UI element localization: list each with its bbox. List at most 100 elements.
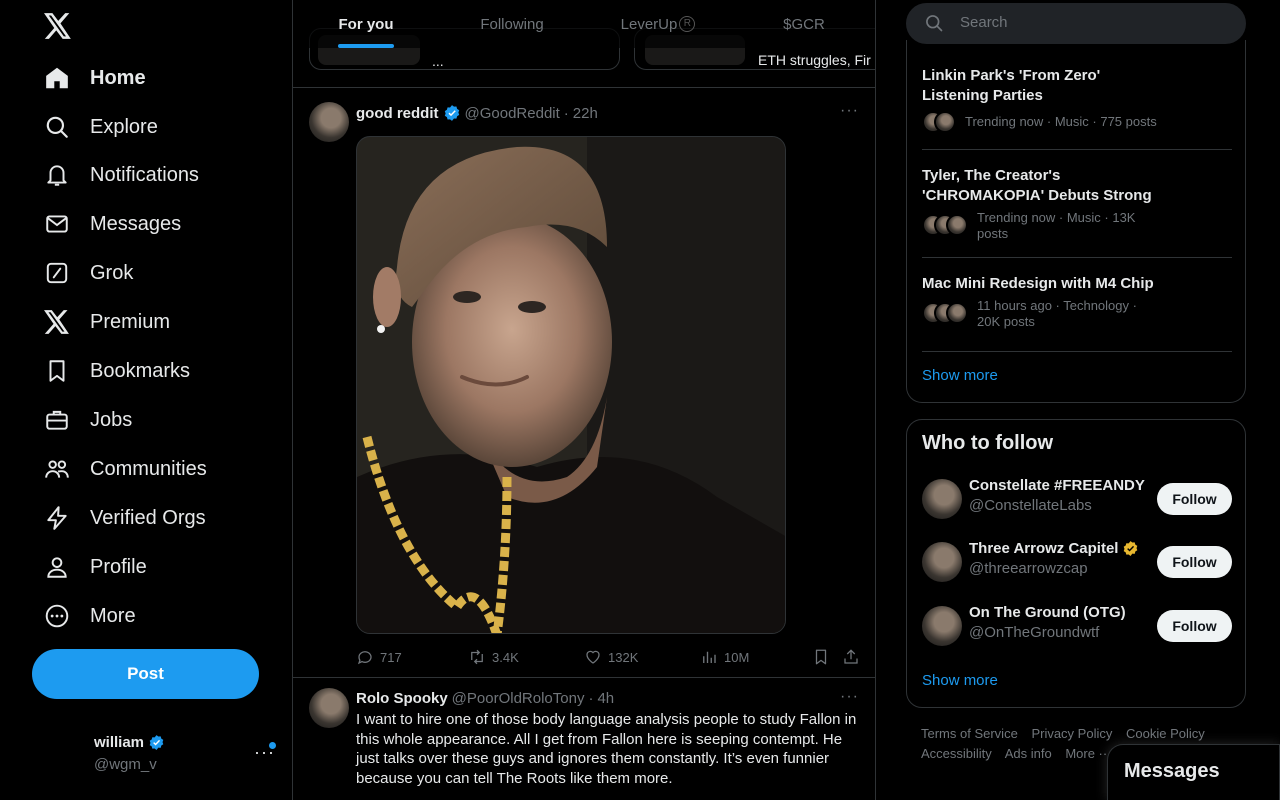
avatar[interactable] [922, 479, 962, 519]
reply-icon [357, 651, 372, 665]
tweet-author-handle[interactable]: @PoorOldRoloTony [452, 690, 585, 707]
tweet-image[interactable] [356, 136, 786, 634]
tab-for-you[interactable]: For you [293, 0, 439, 48]
repost-count: 3.4K [492, 649, 519, 665]
tweet[interactable]: good reddit @GoodReddit · 22h ··· 717 3.… [293, 88, 875, 678]
tweet-author-name[interactable]: Rolo Spooky [356, 690, 448, 707]
tweet-more-icon[interactable]: ··· [840, 102, 859, 120]
follow-button[interactable]: Follow [1157, 546, 1232, 578]
nav-more[interactable]: More [32, 594, 148, 638]
avatar[interactable] [922, 606, 962, 646]
trends-panel: Linkin Park's 'From Zero' Listening Part… [906, 40, 1246, 403]
follow-suggestion[interactable]: On The Ground (OTG) @OnTheGroundwtf Foll… [922, 604, 1232, 648]
messages-drawer[interactable]: Messages [1107, 744, 1280, 800]
messages-drawer-title: Messages [1124, 760, 1220, 782]
nav-grok[interactable]: Grok [32, 251, 145, 295]
footer-link-terms[interactable]: Terms of Service [921, 726, 1018, 741]
tweet-author-name[interactable]: good reddit [356, 105, 439, 122]
nav-messages[interactable]: Messages [32, 202, 193, 246]
tab-following[interactable]: Following [439, 0, 585, 48]
nav-communities[interactable]: Communities [32, 447, 219, 491]
footer-link-cookie[interactable]: Cookie Policy [1126, 726, 1205, 741]
follow-button[interactable]: Follow [1157, 610, 1232, 642]
tweet-more-icon[interactable]: ··· [840, 688, 859, 706]
bookmark-button[interactable] [812, 648, 830, 666]
bookmark-icon [49, 360, 65, 382]
nav-profile-label: Profile [90, 555, 147, 578]
nav-explore-label: Explore [90, 115, 158, 138]
trend-item[interactable]: Mac Mini Redesign with M4 Chip 11 hours … [922, 274, 1232, 354]
follow-button[interactable]: Follow [1157, 483, 1232, 515]
nav-jobs[interactable]: Jobs [32, 398, 144, 442]
follow-name-wrap: Three Arrowz Capitel [969, 540, 1139, 557]
nav-verified-orgs[interactable]: Verified Orgs [32, 496, 218, 540]
follow-suggestion[interactable]: Constellate #FREEANDY @ConstellateLabs F… [922, 477, 1232, 521]
x-logo-icon[interactable] [40, 8, 76, 44]
follow-name: Constellate #FREEANDY [969, 477, 1145, 494]
nav-communities-label: Communities [90, 457, 207, 480]
account-name: william [94, 734, 165, 751]
footer-link-accessibility[interactable]: Accessibility [921, 746, 992, 761]
avatar[interactable] [309, 102, 349, 142]
trend-title: Mac Mini Redesign with M4 Chip [922, 275, 1154, 292]
nav-notifications[interactable]: Notifications [32, 153, 211, 197]
views-button[interactable]: 10M [700, 648, 749, 666]
trend-item[interactable]: Linkin Park's 'From Zero' Listening Part… [922, 66, 1232, 136]
nav-home[interactable]: Home [32, 56, 158, 100]
nav-explore[interactable]: Explore [32, 105, 170, 149]
reply-button[interactable]: 717 [356, 648, 402, 666]
bookmark-icon [815, 649, 827, 665]
search-icon [926, 15, 943, 32]
tab-leverup[interactable]: LeverUp R [585, 0, 731, 48]
envelope-icon [46, 215, 68, 233]
share-icon [844, 649, 858, 664]
footer-link-ads[interactable]: Ads info [1005, 746, 1052, 761]
briefcase-icon [46, 410, 68, 430]
avatar[interactable] [922, 542, 962, 582]
search-input[interactable]: Search [906, 3, 1246, 44]
divider [922, 149, 1232, 150]
nav-bookmarks[interactable]: Bookmarks [32, 349, 202, 393]
footer-link-more[interactable]: More ··· [1065, 746, 1111, 761]
nav-bookmarks-label: Bookmarks [90, 359, 191, 382]
bell-icon [47, 165, 67, 186]
account-switcher[interactable]: william @wgm_v ··· [40, 730, 280, 782]
carousel-card-text: ... [432, 53, 444, 69]
tweet-author-handle[interactable]: @GoodReddit [465, 105, 560, 122]
tab-following-label: Following [480, 15, 544, 33]
views-chart-icon [703, 651, 716, 663]
home-icon [46, 67, 68, 89]
tweet-text: I want to hire one of those body languag… [356, 711, 857, 787]
tweet-timestamp[interactable]: 22h [573, 105, 598, 122]
like-button[interactable]: 132K [584, 648, 638, 666]
x-logo-icon [44, 310, 69, 334]
post-button[interactable]: Post [32, 649, 259, 699]
footer-link-privacy[interactable]: Privacy Policy [1031, 726, 1112, 741]
nav-grok-label: Grok [90, 261, 134, 284]
trends-show-more-link[interactable]: Show more [922, 367, 998, 384]
tweet-photo-portrait [357, 137, 785, 633]
avatar[interactable] [309, 688, 349, 728]
tweet[interactable]: Rolo Spooky @PoorOldRoloTony · 4h ··· I … [293, 678, 875, 800]
repost-button[interactable]: 3.4K [468, 648, 519, 666]
tweet-separator: · [588, 690, 594, 707]
trend-meta: Trending now · Music · 13K posts [977, 210, 1136, 241]
follow-suggestion[interactable]: Three Arrowz Capitel @threearrowzcap Fol… [922, 540, 1232, 584]
nav-profile[interactable]: Profile [32, 545, 159, 589]
tab-gcr[interactable]: $GCR [731, 0, 875, 48]
nav-more-label: More [90, 604, 136, 627]
timeline: For you Following LeverUp R $GCR ... ETH … [292, 0, 876, 800]
news-carousel: ... ETH struggles, Fir [293, 28, 875, 88]
who-to-follow-title: Who to follow [922, 432, 1054, 454]
reply-count: 717 [380, 649, 402, 665]
trend-item[interactable]: Tyler, The Creator's 'CHROMAKOPIA' Debut… [922, 166, 1232, 256]
tweet-header: Rolo Spooky @PoorOldRoloTony · 4h [356, 690, 614, 707]
share-button[interactable] [842, 648, 860, 666]
follow-show-more-link[interactable]: Show more [922, 672, 998, 689]
tweet-actions: 717 3.4K 132K 10M [356, 648, 861, 668]
nav-premium[interactable]: Premium [32, 300, 182, 344]
notification-dot [269, 742, 276, 749]
tab-leverup-label: LeverUp [620, 15, 678, 33]
tweet-timestamp[interactable]: 4h [597, 690, 614, 707]
trend-avatars [922, 111, 956, 133]
